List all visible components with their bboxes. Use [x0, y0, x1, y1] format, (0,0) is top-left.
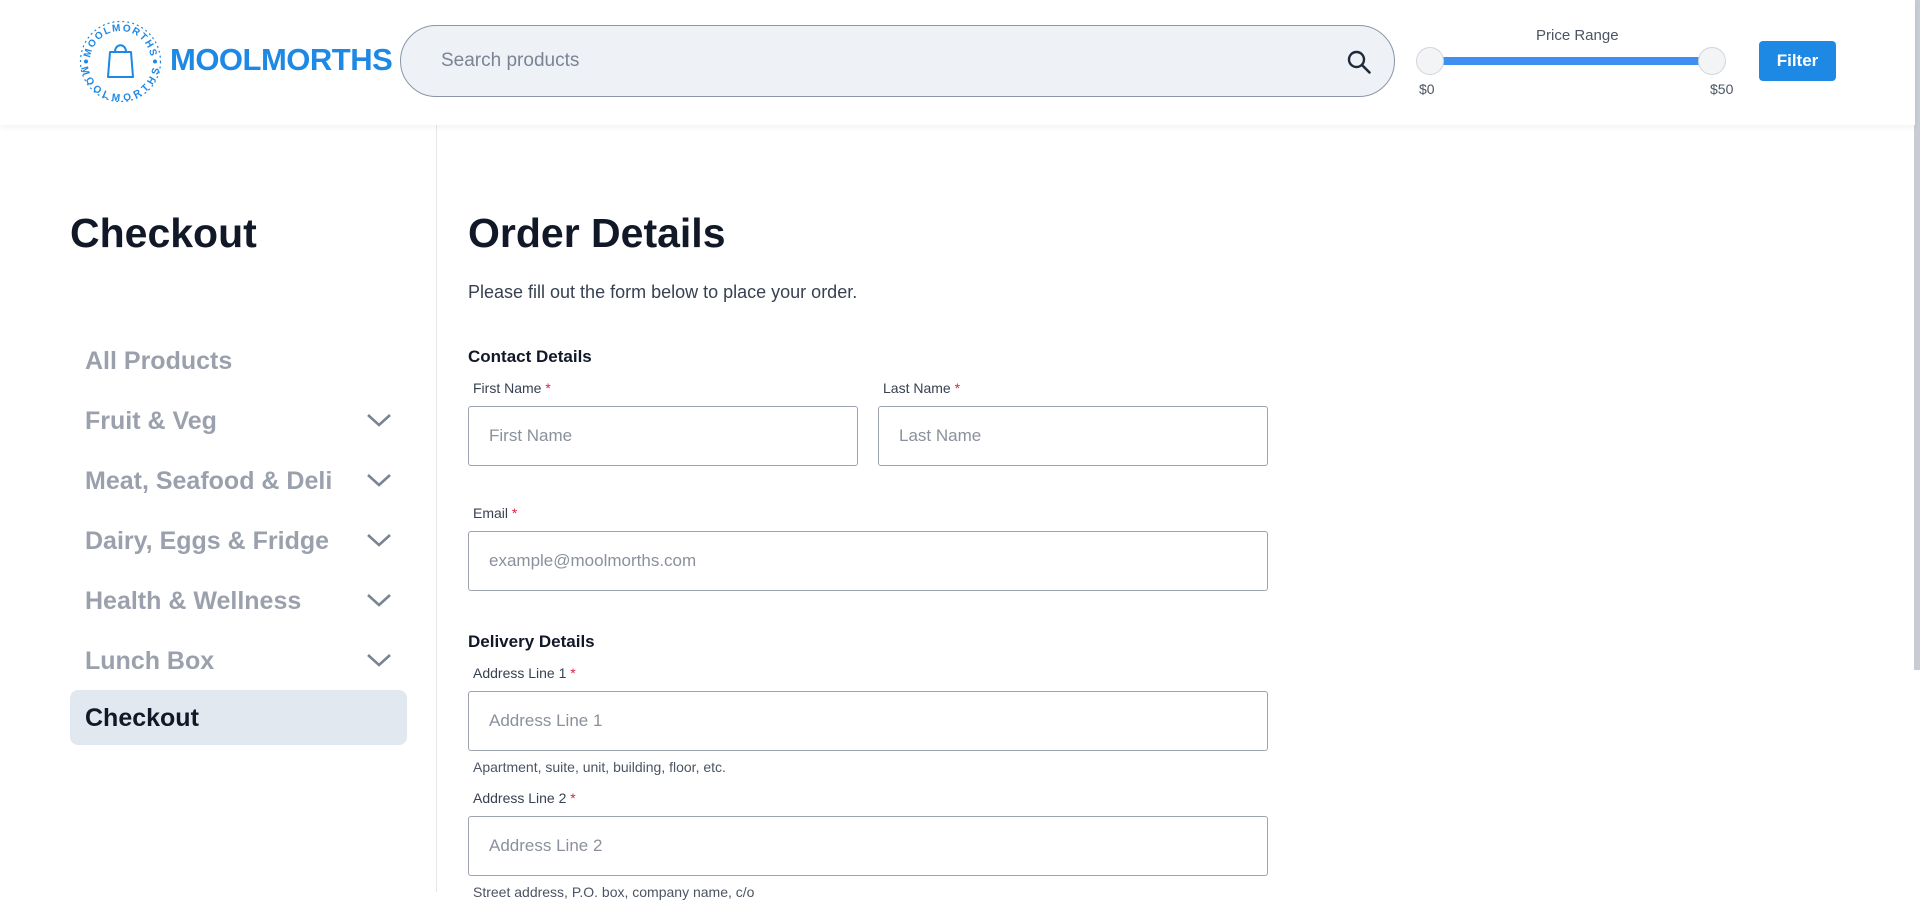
brand-logo-icon[interactable]: MOOLMORTHS MOOLMORTHS	[78, 19, 163, 104]
sidebar-title: Checkout	[70, 210, 257, 256]
contact-details-heading: Contact Details	[468, 347, 592, 366]
sidebar-item-lunch-box[interactable]: Lunch Box	[70, 633, 407, 688]
address-line-1-field[interactable]	[468, 691, 1268, 751]
search-icon[interactable]	[1346, 49, 1372, 75]
chevron-down-icon[interactable]	[366, 470, 392, 490]
page-title: Order Details	[468, 210, 726, 256]
filter-button[interactable]: Filter	[1759, 41, 1836, 81]
first-name-field[interactable]	[468, 406, 858, 466]
address-line-1-label: Address Line 1 *	[473, 665, 576, 681]
last-name-field[interactable]	[878, 406, 1268, 466]
address-line-2-label: Address Line 2 *	[473, 790, 576, 806]
sidebar-item-label: Dairy, Eggs & Fridge	[85, 527, 330, 555]
sidebar-item-label: Health & Wellness	[85, 587, 302, 615]
price-max-handle[interactable]	[1698, 47, 1726, 75]
first-name-label: First Name *	[473, 380, 551, 396]
sidebar-item-meat-seafood-deli[interactable]: Meat, Seafood & Deli	[70, 453, 407, 508]
search-input[interactable]	[441, 26, 1321, 96]
address-line-1-label-text: Address Line 1	[473, 665, 567, 681]
address-line-2-field[interactable]	[468, 816, 1268, 876]
required-marker: *	[511, 505, 518, 521]
sidebar-item-label: Meat, Seafood & Deli	[85, 467, 333, 495]
first-name-label-text: First Name	[473, 380, 542, 396]
required-marker: *	[570, 665, 576, 681]
sidebar-item-fruit-veg[interactable]: Fruit & Veg	[70, 393, 407, 448]
search-bar[interactable]	[400, 25, 1395, 97]
chevron-down-icon[interactable]	[366, 650, 392, 670]
sidebar-item-label: All Products	[85, 347, 233, 375]
last-name-label: Last Name *	[883, 380, 960, 396]
address-line-2-label-text: Address Line 2	[473, 790, 567, 806]
required-marker: *	[545, 380, 551, 396]
svg-text:MOOLMORTHS: MOOLMORTHS	[82, 23, 159, 59]
top-header: MOOLMORTHS MOOLMORTHS MOOLMORTHS Price R…	[0, 0, 1915, 125]
chevron-down-icon[interactable]	[366, 590, 392, 610]
form-intro: Please fill out the form below to place …	[468, 282, 858, 302]
sidebar-item-label: Lunch Box	[85, 647, 215, 675]
sidebar-item-label: Checkout	[85, 704, 199, 732]
required-marker: *	[570, 790, 576, 806]
sidebar-item-health-wellness[interactable]: Health & Wellness	[70, 573, 407, 628]
email-label-text: Email	[473, 505, 509, 521]
sidebar-item-label: Fruit & Veg	[85, 407, 217, 435]
sidebar: Checkout All Products Fruit & Veg Meat, …	[0, 125, 437, 892]
svg-text:MOOLMORTHS: MOOLMORTHS	[78, 65, 162, 104]
brand-name[interactable]: MOOLMORTHS	[170, 42, 393, 78]
required-marker: *	[954, 380, 961, 396]
chevron-down-icon[interactable]	[366, 410, 392, 430]
delivery-details-heading: Delivery Details	[468, 632, 595, 651]
email-field[interactable]	[468, 531, 1268, 591]
sidebar-item-all-products[interactable]: All Products	[70, 333, 407, 388]
sidebar-item-checkout[interactable]: Checkout	[70, 690, 407, 745]
address-line-1-hint: Apartment, suite, unit, building, floor,…	[473, 759, 726, 775]
price-range-track[interactable]	[1430, 57, 1712, 65]
price-min-handle[interactable]	[1416, 47, 1444, 75]
price-max-value: $50	[1710, 81, 1734, 97]
email-label: Email *	[473, 505, 517, 521]
price-min-value: $0	[1419, 81, 1435, 97]
price-range-label: Price Range	[1536, 27, 1619, 44]
chevron-down-icon[interactable]	[366, 530, 392, 550]
address-line-2-hint: Street address, P.O. box, company name, …	[473, 884, 755, 900]
last-name-label-text: Last Name	[883, 380, 951, 396]
sidebar-item-dairy-eggs-fridge[interactable]: Dairy, Eggs & Fridge	[70, 513, 407, 568]
